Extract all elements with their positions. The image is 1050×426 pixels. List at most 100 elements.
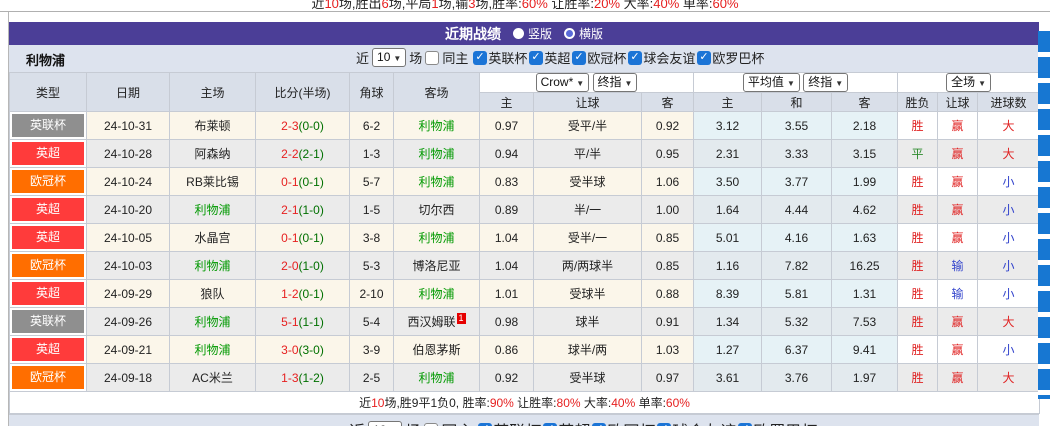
score-cell[interactable]: 2-3(0-0) [256,112,350,140]
score-cell[interactable]: 0-1(0-1) [256,168,350,196]
fulltime-score: 1-2 [281,287,298,301]
competition-checkbox-item[interactable]: 英联杯 [473,48,527,67]
summary-segment: 大率: [620,0,653,11]
competition-checkbox-item[interactable]: 欧罗巴杯 [697,48,764,67]
home-team-cell[interactable]: 水晶宫 [170,224,256,252]
checkbox-icon[interactable] [529,51,543,65]
competition-checkbox-item[interactable]: 球会友谊 [657,418,736,426]
radio-unselected-icon[interactable] [564,28,575,39]
recent-results-table: 类型 日期 主场 比分(半场) 角球 客场 Crow*▼ 终指▼ 平均值▼ 终指… [9,72,1040,414]
competition-label: 英超 [544,48,570,67]
bookmaker-select[interactable]: Crow*▼ [536,73,590,92]
league-badge: 欧冠杯 [12,254,84,277]
checkbox-icon[interactable] [628,51,642,65]
avg-draw-odds-cell: 7.82 [762,252,832,280]
sub-header-handicap-home: 主 [480,93,534,112]
col-header-date: 日期 [87,73,170,112]
home-team-cell[interactable]: 阿森纳 [170,140,256,168]
avg-home-odds-cell: 1.34 [694,308,762,336]
view-option-horizontal[interactable]: 横版 [564,25,603,42]
home-team-cell[interactable]: AC米兰 [170,364,256,392]
competition-checkbox-item[interactable]: 欧罗巴杯 [738,418,817,426]
handicap-home-odds-cell: 1.04 [480,224,534,252]
avg-home-odds-cell: 1.16 [694,252,762,280]
view-option-vertical[interactable]: 竖版 [513,25,552,42]
away-team-cell[interactable]: 利物浦 [394,364,480,392]
result-handicap-cell: 赢 [938,364,978,392]
radio-selected-icon[interactable] [513,28,524,39]
chevron-down-icon: ▼ [393,54,401,63]
handicap-home-odds-cell: 0.94 [480,140,534,168]
away-team-cell[interactable]: 西汉姆联1 [394,308,480,336]
away-team-cell[interactable]: 伯恩茅斯 [394,336,480,364]
handicap-home-odds-cell: 0.89 [480,196,534,224]
match-count-select[interactable]: 10▼ [368,421,402,426]
score-cell[interactable]: 2-2(2-1) [256,140,350,168]
score-cell[interactable]: 1-3(1-2) [256,364,350,392]
home-team-cell[interactable]: RB莱比锡 [170,168,256,196]
date-cell: 24-10-28 [87,140,170,168]
handicap-away-odds-cell: 0.85 [642,252,694,280]
home-team-cell[interactable]: 利物浦 [170,196,256,224]
handicap-away-odds-cell: 0.97 [642,364,694,392]
avg-draw-odds-cell: 3.76 [762,364,832,392]
summary-segment: 场,胜率: [476,0,522,11]
handicap-line-cell: 球半/两 [534,336,642,364]
home-team-cell[interactable]: 利物浦 [170,308,256,336]
competition-checkbox-item[interactable]: 英联杯 [478,418,541,426]
handicap-home-odds-cell: 0.83 [480,168,534,196]
score-cell[interactable]: 2-0(1-0) [256,252,350,280]
league-badge: 英超 [12,282,84,305]
competition-checkbox-item[interactable]: 欧冠杯 [572,48,626,67]
competition-checkbox-item[interactable]: 英超 [529,48,570,67]
away-team-cell[interactable]: 利物浦 [394,140,480,168]
view-option-horizontal-label: 横版 [579,25,603,42]
avg-home-odds-cell: 3.61 [694,364,762,392]
table-row: 英超24-09-21利物浦3-0(3-0)3-9伯恩茅斯0.86球半/两1.03… [10,336,1040,364]
home-team-cell[interactable]: 狼队 [170,280,256,308]
halftime-score: (3-0) [299,343,324,357]
fulltime-select[interactable]: 全场▼ [946,73,991,92]
sub-header-odds-home: 主 [694,93,762,112]
previous-summary-text: 近10场,胜出6场,平局1场,输3场,胜率:60% 让胜率:20% 大率:40%… [0,0,1050,12]
same-host-checkbox[interactable] [425,51,439,65]
handicap-stage-select[interactable]: 终指▼ [593,73,638,92]
corners-cell: 2-10 [350,280,394,308]
competition-checkbox-item[interactable]: 英超 [543,418,590,426]
away-team-cell[interactable]: 利物浦 [394,224,480,252]
filter-bar: 利物浦 近 10▼ 场 同主 英联杯英超欧冠杯球会友谊欧罗巴杯 [9,45,1039,72]
summary-segment: 近 [311,0,324,11]
score-cell[interactable]: 2-1(1-0) [256,196,350,224]
competition-checkbox-item[interactable]: 欧冠杯 [592,418,655,426]
average-select[interactable]: 平均值▼ [743,73,800,92]
summary-segment: 60% [522,0,548,11]
home-team-cell[interactable]: 利物浦 [170,336,256,364]
date-cell: 24-09-21 [87,336,170,364]
handicap-away-odds-cell: 0.92 [642,112,694,140]
away-team-cell[interactable]: 博洛尼亚 [394,252,480,280]
avg-draw-odds-cell: 4.16 [762,224,832,252]
away-team-cell[interactable]: 切尔西 [394,196,480,224]
competition-label: 欧冠杯 [607,418,655,426]
score-cell[interactable]: 0-1(0-1) [256,224,350,252]
europe-stage-select[interactable]: 终指▼ [803,73,848,92]
score-cell[interactable]: 5-1(1-1) [256,308,350,336]
avg-home-odds-cell: 5.01 [694,224,762,252]
checkbox-icon[interactable] [473,51,487,65]
sub-header-result-goals: 进球数 [978,93,1040,112]
home-team-cell[interactable]: 利物浦 [170,252,256,280]
near-label: 近 [349,418,365,426]
checkbox-icon[interactable] [697,51,711,65]
home-team-cell[interactable]: 布莱顿 [170,112,256,140]
competition-label: 英联杯 [493,418,541,426]
checkbox-icon[interactable] [572,51,586,65]
score-cell[interactable]: 1-2(0-1) [256,280,350,308]
result-wdl-cell: 胜 [898,336,938,364]
away-team-cell[interactable]: 利物浦 [394,280,480,308]
away-team-cell[interactable]: 利物浦 [394,168,480,196]
match-count-select[interactable]: 10▼ [372,48,406,67]
away-team-cell[interactable]: 利物浦 [394,112,480,140]
competition-checkbox-item[interactable]: 球会友谊 [628,48,695,67]
summary-segment: 让胜率: [514,396,557,410]
score-cell[interactable]: 3-0(3-0) [256,336,350,364]
